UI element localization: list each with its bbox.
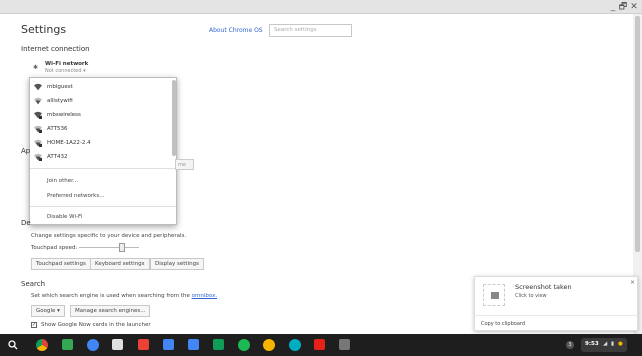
wifi-signal-icon [34, 83, 42, 91]
device-section-title: De [21, 219, 31, 227]
chrome-icon[interactable] [36, 339, 48, 351]
network-name: allistywifi [47, 98, 73, 104]
launcher-search-icon[interactable] [8, 340, 18, 350]
network-item[interactable]: HOME-1A22-2.4 [30, 136, 170, 150]
wifi-network-name: Wi-Fi network [45, 61, 89, 67]
wifi-secured-icon [34, 111, 42, 119]
close-button[interactable]: ✕ [629, 1, 639, 13]
screenshot-notification[interactable]: Screenshot taken Click to view × Copy to… [474, 276, 638, 331]
network-item[interactable]: ATT536 [30, 122, 170, 136]
manage-search-engines-button[interactable]: Manage search engines... [70, 305, 151, 317]
disable-wifi-link[interactable]: Disable Wi-Fi [47, 214, 82, 220]
network-item[interactable]: mbiguest [30, 80, 170, 94]
omnibox-link[interactable]: omnibox. [192, 293, 217, 299]
headphones-icon[interactable] [263, 339, 275, 351]
notification-divider [475, 315, 637, 316]
dropdown-divider [30, 206, 176, 207]
notification-subtitle: Click to view [515, 293, 547, 299]
search-description: Set which search engine is used when sea… [31, 293, 218, 299]
youtube-icon[interactable] [314, 339, 325, 350]
wifi-icon: ✱ [33, 64, 39, 71]
touchpad-speed-knob[interactable] [119, 243, 125, 252]
wifi-secured-icon [34, 139, 42, 147]
touchpad-speed-slider[interactable] [79, 247, 139, 248]
network-item[interactable]: ATT432 [30, 150, 170, 164]
search-engine-select[interactable]: Google ▾ [31, 305, 65, 317]
device-description: Change settings specific to your device … [31, 233, 187, 239]
search-section-title: Search [21, 280, 46, 288]
network-name: mbiguest [47, 84, 73, 90]
network-item[interactable]: mbswireless [30, 108, 170, 122]
wifi-secured-icon [34, 125, 42, 133]
internet-section-title: Internet connection [21, 45, 90, 53]
clock: 9:53 [585, 341, 599, 347]
preferred-networks-link[interactable]: Preferred networks... [47, 193, 104, 199]
spotify-icon[interactable] [238, 339, 250, 351]
user-avatar-icon: ● [618, 341, 623, 347]
dropdown-divider [30, 168, 176, 169]
keyboard-settings-button[interactable]: Keyboard settings [90, 258, 150, 270]
signal-icon: ▮ [611, 341, 615, 347]
status-tray[interactable]: 9:53 ◢ ▮ ● [581, 338, 627, 352]
appearance-section-title: Ap [21, 147, 31, 155]
network-name: HOME-1A22-2.4 [47, 140, 91, 146]
touchpad-speed-label: Touchpad speed: [31, 245, 78, 251]
gmail-icon[interactable] [138, 339, 149, 350]
touchpad-settings-button[interactable]: Touchpad settings [31, 258, 91, 270]
sheets-icon[interactable] [213, 339, 224, 350]
google-now-checkbox[interactable]: ✓ [31, 322, 37, 328]
screenshot-thumbnail [483, 284, 505, 306]
dropdown-scrollbar[interactable] [172, 80, 176, 156]
restore-button[interactable]: 🗗 [618, 1, 628, 13]
notification-count-badge[interactable]: 3 [566, 341, 574, 349]
screenshot-icon[interactable] [339, 339, 350, 350]
network-dropdown: mbiguest allistywifi mbswireless ATT536 … [29, 77, 177, 225]
page-title: Settings [21, 23, 67, 36]
docs-icon[interactable] [188, 339, 199, 350]
window-titlebar: _ 🗗 ✕ [0, 0, 642, 14]
files-icon[interactable] [62, 339, 73, 350]
network-name: ATT432 [47, 154, 68, 160]
join-other-link[interactable]: Join other... [47, 178, 78, 184]
wifi-signal-icon [34, 97, 42, 105]
wifi-secured-icon [34, 153, 42, 161]
display-settings-button[interactable]: Display settings [150, 258, 204, 270]
docs-icon[interactable] [163, 339, 174, 350]
network-item[interactable]: allistywifi [30, 94, 170, 108]
hangouts-icon[interactable] [289, 339, 301, 351]
notification-title: Screenshot taken [515, 283, 572, 291]
notification-close-icon[interactable]: × [630, 279, 635, 286]
google-now-label: Show Google Now cards in the launcher [41, 322, 151, 328]
network-name: mbswireless [47, 112, 81, 118]
shelf: 3 9:53 ◢ ▮ ● [0, 334, 642, 356]
chrome-app-icon[interactable] [87, 339, 99, 351]
web-store-icon[interactable] [112, 339, 123, 350]
wifi-status-icon: ◢ [603, 341, 608, 347]
network-name: ATT536 [47, 126, 68, 132]
about-chrome-os-link[interactable]: About Chrome OS [209, 27, 263, 34]
theme-button[interactable]: me [175, 159, 194, 170]
minimize-button[interactable]: _ [608, 1, 618, 13]
wifi-network-status: Not connected ▾ [45, 68, 86, 74]
chevron-down-icon: ▾ [57, 308, 60, 314]
copy-to-clipboard-button[interactable]: Copy to clipboard [481, 321, 525, 327]
wifi-network-button[interactable]: ✱ Wi-Fi network Not connected ▾ [29, 58, 176, 77]
search-settings-input[interactable]: Search settings [269, 24, 352, 37]
scrollbar-thumb[interactable] [635, 16, 640, 252]
